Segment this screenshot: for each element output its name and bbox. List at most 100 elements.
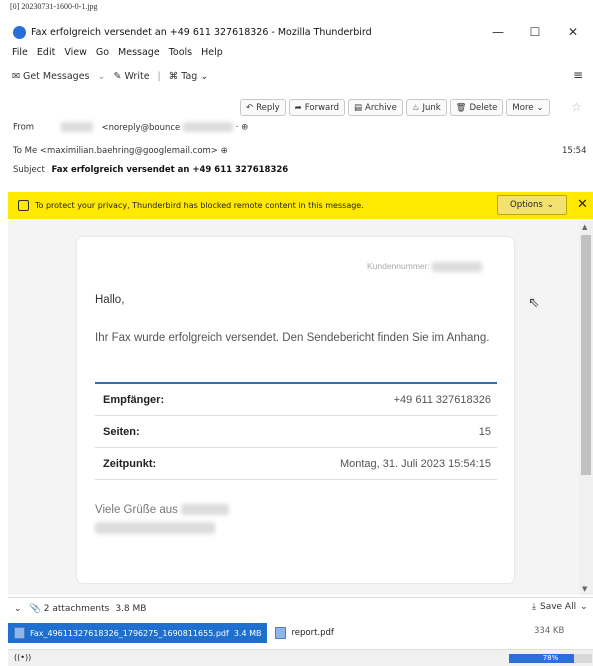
archive-icon: ▤	[353, 102, 363, 113]
archive-label: Archive	[365, 102, 397, 113]
more-button[interactable]: More ⌄	[506, 99, 550, 116]
message-actions: ↶ Reply ➦ Forward ▤ Archive ♨ Junk 🗑 Del…	[240, 99, 550, 116]
close-button[interactable]: ✕	[557, 21, 589, 43]
minimize-button[interactable]: —	[482, 21, 514, 43]
redacted-signature	[95, 522, 229, 534]
to-header: To Me <maximilian.baehring@googlemail.co…	[13, 146, 228, 156]
junk-label: Junk	[422, 102, 441, 113]
get-messages-button[interactable]: ✉ Get Messages	[12, 71, 90, 82]
notice-text: To protect your privacy, Thunderbird has…	[35, 201, 364, 210]
greeting: Hallo,	[95, 294, 125, 306]
reply-button[interactable]: ↶ Reply	[240, 99, 286, 116]
save-all-label: Save All	[539, 602, 577, 612]
customer-number-label: Kundennummer:	[367, 261, 430, 271]
delete-button[interactable]: 🗑 Delete	[449, 99, 504, 116]
forward-button[interactable]: ➦ Forward	[288, 99, 345, 116]
scroll-down-icon[interactable]: ▼	[582, 585, 587, 593]
activity-icon: ((•))	[14, 653, 32, 662]
save-all-button[interactable]: ⤓ Save All ⌄	[532, 602, 588, 612]
options-button[interactable]: Options ⌄	[497, 195, 567, 215]
from-address[interactable]: <noreply@bounce	[101, 123, 180, 133]
attachment-item-fax[interactable]: Fax_49611327618326_1796275_1690811655.pd…	[8, 623, 268, 643]
contact-icon[interactable]: · ⊕	[236, 123, 249, 133]
star-icon[interactable]: ☆	[571, 100, 582, 114]
write-label: Write	[124, 70, 150, 82]
from-header: From <noreply@bounce · ⊕	[13, 122, 248, 133]
menu-file[interactable]: File	[12, 47, 28, 63]
menu-tools[interactable]: Tools	[169, 47, 192, 63]
detail-value: 15	[478, 425, 491, 438]
menu-message[interactable]: Message	[118, 47, 160, 63]
trash-icon: 🗑	[455, 102, 467, 113]
archive-button[interactable]: ▤ Archive	[347, 99, 403, 116]
chevron-down-icon: ⌄	[536, 102, 544, 113]
redacted-sender-name	[60, 122, 93, 132]
chevron-down-icon: ⌄	[546, 200, 554, 210]
attachment-count: 2 attachments	[43, 603, 110, 614]
app-menu-icon[interactable]: ≡	[573, 68, 583, 82]
scrollbar-thumb[interactable]	[581, 235, 591, 475]
attachment-bar: ⌄ 📎 2 attachments 3.8 MB ⤓ Save All ⌄	[8, 597, 593, 619]
get-messages-dropdown-icon[interactable]: ⌄	[98, 71, 106, 82]
pdf-file-icon	[14, 627, 25, 639]
attachment-item-report[interactable]: report.pdf	[275, 627, 334, 639]
attachment-name: Fax_49611327618326_1796275_1690811655.pd…	[30, 628, 229, 638]
detail-value: Montag, 31. Juli 2023 15:54:15	[339, 457, 491, 470]
menu-go[interactable]: Go	[96, 47, 109, 63]
chevron-down-icon: ⌄	[200, 70, 209, 82]
attachment-list: Fax_49611327618326_1796275_1690811655.pd…	[8, 621, 593, 645]
progress-bar: 78%	[509, 654, 592, 663]
main-toolbar: ✉ Get Messages ⌄ ✎ Write | ⌘ Tag ⌄ ≡	[12, 66, 587, 86]
tag-button[interactable]: ⌘ Tag ⌄	[169, 71, 209, 82]
flame-icon: ♨	[411, 102, 420, 113]
delete-label: Delete	[469, 102, 498, 113]
customer-number: Kundennummer:	[367, 261, 483, 272]
blocked-image-icon	[18, 200, 29, 211]
paperclip-icon: 📎	[29, 603, 41, 614]
close-notice-icon[interactable]: ✕	[577, 197, 588, 212]
window-title: Fax erfolgreich versendet an +49 611 327…	[31, 26, 372, 38]
toolbar-divider: |	[157, 70, 161, 82]
details-table: Empfänger: +49 611 327618326 Seiten: 15 …	[95, 382, 497, 480]
inbox-icon: ✉	[12, 70, 20, 82]
menu-view[interactable]: View	[64, 47, 87, 63]
remote-content-notice: To protect your privacy, Thunderbird has…	[8, 192, 593, 219]
download-icon: ⤓	[532, 602, 536, 612]
detail-value: +49 611 327618326	[393, 393, 491, 406]
options-label: Options	[510, 200, 543, 210]
contact-icon[interactable]: ⊕	[221, 146, 228, 156]
from-label: From	[13, 122, 35, 133]
forward-icon: ➦	[294, 102, 302, 113]
detail-key: Zeitpunkt:	[103, 457, 157, 470]
table-row: Zeitpunkt: Montag, 31. Juli 2023 15:54:1…	[95, 448, 497, 480]
menu-edit[interactable]: Edit	[37, 47, 55, 63]
image-caption: [0] 20230731-1600-0-1.jpg	[10, 2, 98, 11]
message-scrollbar[interactable]: ▲ ▼	[579, 221, 593, 595]
attachment-size: 334 KB	[534, 626, 565, 636]
attachment-size: 3.4 MB	[233, 628, 262, 638]
to-address[interactable]: Me <maximilian.baehring@googlemail.com>	[25, 146, 218, 156]
menu-help[interactable]: Help	[201, 47, 223, 63]
junk-button[interactable]: ♨ Junk	[405, 99, 447, 116]
chevron-down-icon[interactable]: ⌄	[14, 604, 22, 614]
attachment-total-size: 3.8 MB	[115, 603, 147, 614]
maximize-button[interactable]: ☐	[519, 21, 551, 43]
subject-label: Subject	[13, 165, 45, 175]
scroll-up-icon[interactable]: ▲	[582, 223, 587, 231]
redacted-domain	[182, 122, 233, 132]
title-bar: Fax erfolgreich versendet an +49 611 327…	[8, 21, 593, 43]
message-time: 15:54	[562, 146, 587, 156]
reply-icon: ↶	[246, 102, 254, 113]
mouse-pointer-icon: ⇖	[528, 295, 540, 311]
detail-key: Empfänger:	[103, 393, 165, 406]
subject-value: Fax erfolgreich versendet an +49 611 327…	[51, 165, 289, 175]
write-button[interactable]: ✎ Write	[113, 71, 149, 82]
to-label: To	[13, 146, 22, 156]
get-messages-label: Get Messages	[22, 70, 90, 82]
pdf-file-icon	[275, 627, 287, 639]
forward-label: Forward	[304, 102, 339, 113]
menu-bar: File Edit View Go Message Tools Help	[12, 47, 223, 63]
tag-icon: ⌘	[168, 70, 179, 82]
tag-label: Tag	[181, 70, 198, 82]
closing: Viele Grüße aus	[95, 504, 230, 534]
